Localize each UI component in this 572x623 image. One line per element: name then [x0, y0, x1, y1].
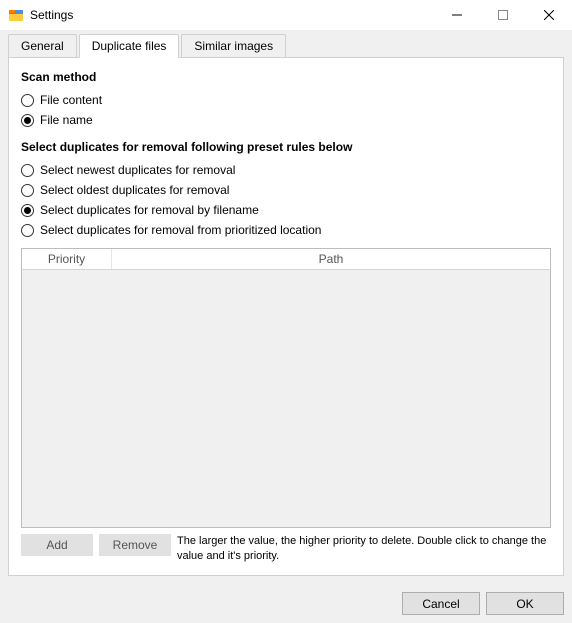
tab-general[interactable]: General [8, 34, 77, 58]
table-body[interactable] [21, 270, 551, 528]
radio-label: Select newest duplicates for removal [40, 163, 235, 177]
tab-bar: General Duplicate files Similar images [8, 34, 564, 58]
radio-icon [21, 224, 34, 237]
preset-title: Select duplicates for removal following … [21, 140, 551, 154]
table-header: Priority Path [21, 248, 551, 270]
content-area: General Duplicate files Similar images S… [0, 30, 572, 584]
radio-file-content[interactable]: File content [21, 93, 551, 107]
tab-panel-duplicate-files: Scan method File content File name Selec… [8, 57, 564, 576]
settings-window: Settings General Duplicate files Similar… [0, 0, 572, 623]
scan-method-title: Scan method [21, 70, 551, 84]
remove-button[interactable]: Remove [99, 534, 171, 556]
minimize-button[interactable] [434, 0, 480, 30]
radio-label: Select duplicates for removal by filenam… [40, 203, 259, 217]
radio-icon [21, 114, 34, 127]
radio-icon [21, 164, 34, 177]
radio-newest[interactable]: Select newest duplicates for removal [21, 163, 551, 177]
radio-file-name[interactable]: File name [21, 113, 551, 127]
col-priority[interactable]: Priority [22, 249, 112, 269]
radio-label: Select oldest duplicates for removal [40, 183, 229, 197]
maximize-button[interactable] [480, 0, 526, 30]
radio-oldest[interactable]: Select oldest duplicates for removal [21, 183, 551, 197]
close-button[interactable] [526, 0, 572, 30]
ok-button[interactable]: OK [486, 592, 564, 615]
tab-similar-images[interactable]: Similar images [181, 34, 286, 58]
table-actions-row: Add Remove The larger the value, the hig… [21, 534, 551, 563]
radio-icon [21, 94, 34, 107]
dialog-footer: Cancel OK [0, 584, 572, 623]
app-icon [8, 7, 24, 23]
window-title: Settings [30, 8, 73, 22]
col-path[interactable]: Path [112, 249, 550, 269]
add-button[interactable]: Add [21, 534, 93, 556]
priority-hint: The larger the value, the higher priorit… [177, 534, 551, 563]
cancel-button[interactable]: Cancel [402, 592, 480, 615]
radio-by-location[interactable]: Select duplicates for removal from prior… [21, 223, 551, 237]
radio-icon [21, 204, 34, 217]
radio-by-filename[interactable]: Select duplicates for removal by filenam… [21, 203, 551, 217]
radio-label: File content [40, 93, 102, 107]
priority-table: Priority Path [21, 248, 551, 528]
radio-label: File name [40, 113, 93, 127]
tab-duplicate-files[interactable]: Duplicate files [79, 34, 180, 58]
titlebar: Settings [0, 0, 572, 30]
radio-label: Select duplicates for removal from prior… [40, 223, 321, 237]
radio-icon [21, 184, 34, 197]
